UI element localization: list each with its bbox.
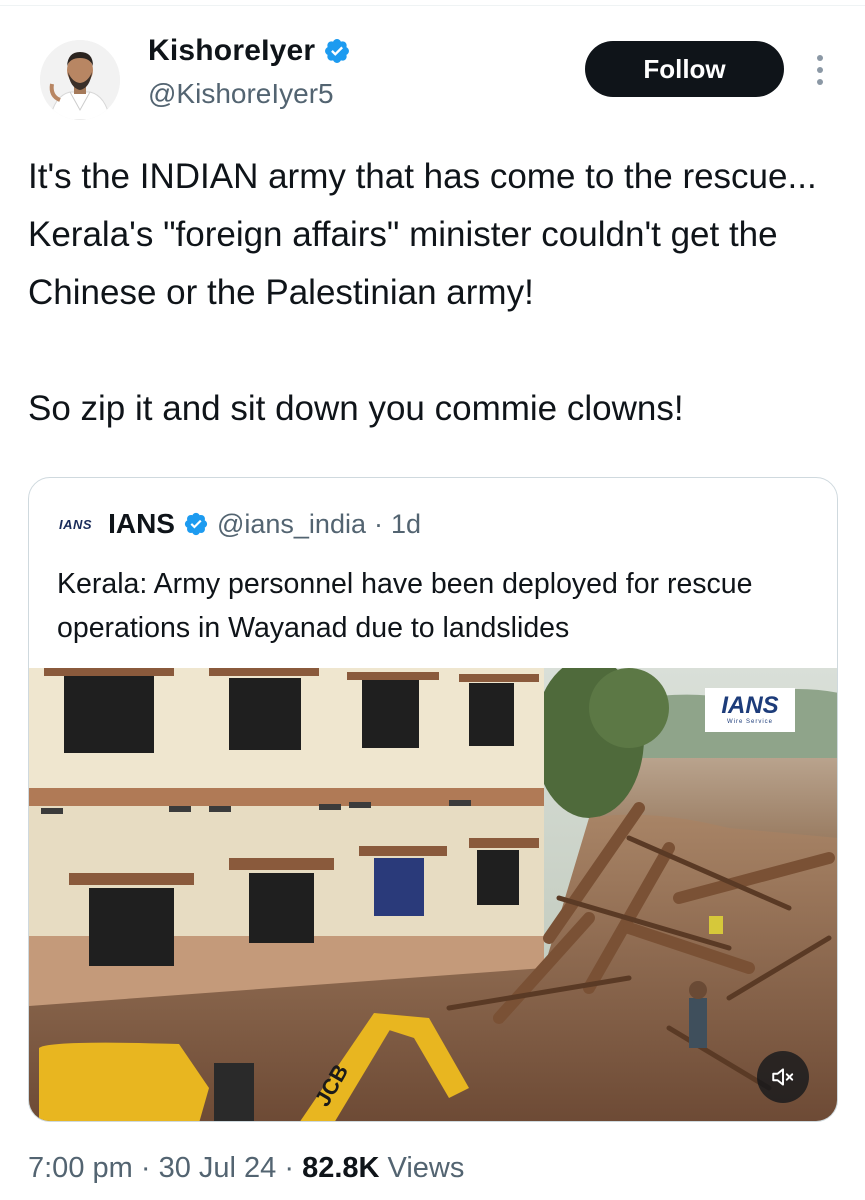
follow-button[interactable]: Follow xyxy=(585,41,784,97)
person-avatar-icon xyxy=(40,40,120,120)
watermark-text: IANS xyxy=(721,692,779,719)
watermark-subtext: Wire Service xyxy=(726,719,773,725)
author-handle[interactable]: @KishoreIyer5 xyxy=(148,78,334,110)
separator-dot: · xyxy=(373,508,383,539)
tweet-paragraph: So zip it and sit down you commie clowns… xyxy=(28,389,684,428)
separator-dot: · xyxy=(284,1152,295,1184)
ians-watermark: IANS Wire Service xyxy=(705,688,795,732)
speaker-muted-icon[interactable] xyxy=(757,1051,809,1103)
quoted-tweet-card[interactable]: IANS IANS @ians_india · 1d Kerala: Army … xyxy=(28,477,838,1122)
quoted-tweet-age[interactable]: 1d xyxy=(391,509,421,540)
tweet-meta: 7:00 pm · 30 Jul 24 · 82.8K Views xyxy=(28,1152,464,1185)
quoted-author-name[interactable]: IANS xyxy=(108,508,175,540)
tweet-paragraph: It's the INDIAN army that has come to th… xyxy=(28,157,817,312)
views-label: Views xyxy=(387,1152,465,1184)
author-display-name[interactable]: KishoreIyer xyxy=(148,34,315,68)
ians-logo: IANS xyxy=(59,516,93,532)
tweet-date[interactable]: 30 Jul 24 xyxy=(159,1152,277,1184)
quoted-author-handle[interactable]: @ians_india xyxy=(217,509,366,540)
separator-dot: · xyxy=(140,1152,151,1184)
quoted-video[interactable]: JCB IANS Wire Service xyxy=(29,668,837,1121)
tweet-time[interactable]: 7:00 pm xyxy=(28,1152,133,1184)
views-count[interactable]: 82.8K xyxy=(302,1152,379,1184)
author-avatar[interactable] xyxy=(40,40,120,120)
speaker-muted-glyph xyxy=(772,1068,794,1086)
top-divider xyxy=(0,0,865,6)
verified-badge-icon xyxy=(325,39,350,63)
verified-badge-icon xyxy=(184,512,208,536)
more-vertical-icon[interactable] xyxy=(808,50,832,90)
tweet-text: It's the INDIAN army that has come to th… xyxy=(28,148,838,438)
landslide-scene-image: JCB xyxy=(29,668,837,1121)
quoted-tweet-header: IANS IANS @ians_india · 1d xyxy=(59,508,421,540)
author-name-row[interactable]: KishoreIyer xyxy=(148,34,351,68)
quoted-tweet-text: Kerala: Army personnel have been deploye… xyxy=(57,568,753,644)
